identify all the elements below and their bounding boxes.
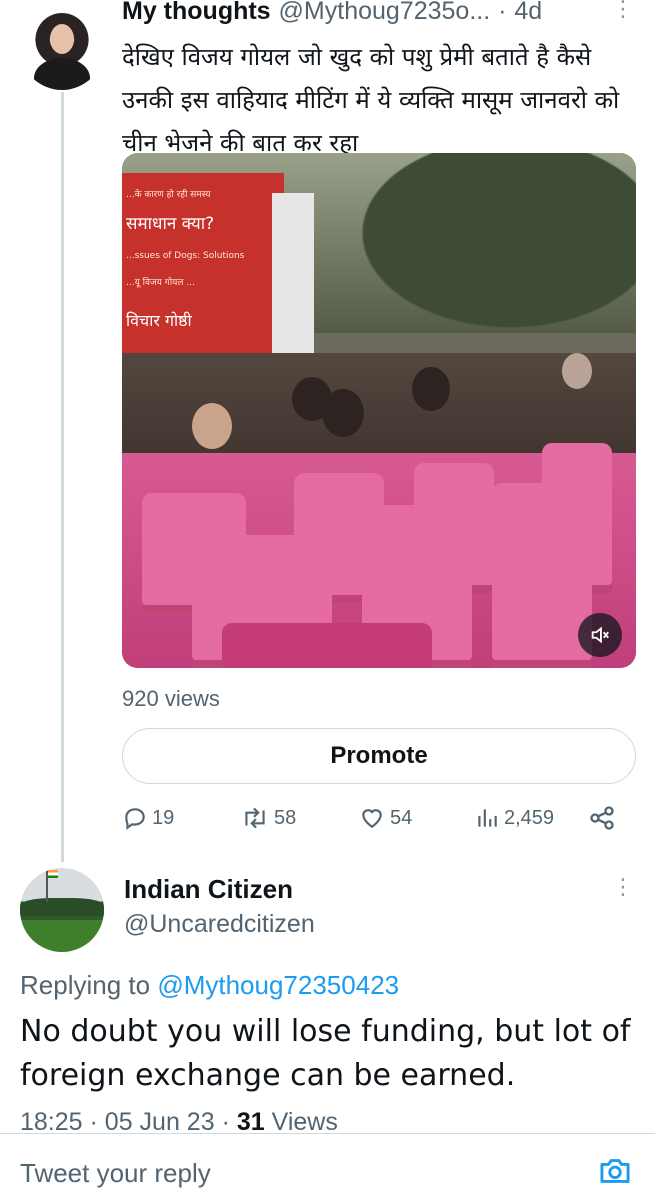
view-count: 2,459	[504, 806, 555, 829]
avatar-face	[50, 24, 74, 54]
replying-mention[interactable]: @Mythoug72350423	[157, 970, 399, 1000]
reply-meta: 18:25 · 05 Jun 23 · 31 Views	[20, 1108, 338, 1134]
author-name[interactable]: My thoughts	[122, 0, 271, 25]
avatar-trees	[20, 898, 104, 916]
video-chair	[492, 483, 592, 668]
reply-action[interactable]: 19	[122, 800, 174, 836]
reply-time[interactable]: 18:25	[20, 1108, 83, 1134]
banner-line: समाधान क्या?	[126, 214, 215, 234]
views-action[interactable]: 2,459	[474, 800, 554, 836]
video-views: 920 views	[122, 686, 220, 711]
video-person	[562, 353, 592, 389]
replying-prefix: Replying to	[20, 970, 151, 1000]
tweet-video[interactable]: ...के कारण हो रही समस्य समाधान क्या? ...…	[122, 153, 636, 668]
reply-author-name[interactable]: Indian Citizen	[124, 874, 293, 905]
promote-button[interactable]: Promote	[122, 728, 636, 784]
more-options-icon[interactable]: ⋮	[612, 0, 634, 21]
retweet-icon	[245, 807, 265, 829]
video-tree	[322, 153, 636, 353]
like-action[interactable]: 54	[358, 800, 412, 836]
heart-icon	[362, 809, 382, 828]
banner-line: ...ssues of Dogs: Solutions	[126, 251, 245, 261]
retweet-count: 58	[274, 806, 297, 829]
video-person	[192, 403, 232, 449]
tweet-separator: ·	[498, 0, 507, 25]
more-options-icon[interactable]: ⋮	[612, 877, 634, 899]
tweet-actions: 19 58 54 2,459	[122, 800, 636, 836]
retweet-action[interactable]: 58	[240, 800, 296, 836]
author-handle[interactable]: @Mythoug7235o...	[279, 0, 491, 25]
author-avatar[interactable]	[20, 6, 104, 90]
reply-views-label: Views	[271, 1108, 338, 1134]
like-count: 54	[390, 806, 413, 829]
reply-author-handle[interactable]: @Uncaredcitizen	[124, 910, 315, 939]
share-icon	[590, 806, 614, 830]
meta-separator: ·	[221, 1108, 230, 1134]
tweet-time[interactable]: 4d	[514, 0, 542, 25]
share-action[interactable]	[588, 800, 620, 836]
reply-icon	[125, 808, 145, 830]
video-wall	[272, 193, 314, 369]
reply-author-avatar[interactable]	[20, 868, 104, 952]
replying-to: Replying to @Mythoug72350423	[20, 970, 399, 1001]
reply-count: 19	[152, 806, 175, 829]
banner-line: ...यू विजय गोयल ...	[126, 278, 195, 288]
analytics-icon	[478, 809, 497, 827]
tweet-header: My thoughts @Mythoug7235o... · 4d	[122, 0, 642, 28]
reply-composer: Tweet your reply	[0, 1133, 655, 1200]
camera-icon[interactable]	[598, 1156, 632, 1190]
reply-views-count: 31	[236, 1108, 265, 1134]
video-banner: ...के कारण हो रही समस्य समाधान क्या? ...…	[122, 173, 284, 369]
reply-date[interactable]: 05 Jun 23	[105, 1108, 215, 1134]
reply-text: No doubt you will lose funding, but lot …	[20, 1014, 631, 1093]
meta-separator: ·	[89, 1108, 98, 1134]
tweet-text: देखिए विजय गोयल जो खुद को पशु प्रेमी बता…	[122, 43, 620, 157]
banner-line: ...के कारण हो रही समस्य	[126, 190, 211, 200]
thread-connector-line	[61, 92, 64, 862]
video-person	[322, 389, 364, 437]
video-person	[412, 367, 450, 411]
avatar-flag	[48, 870, 58, 878]
video-chair	[222, 623, 432, 668]
volume-mute-icon[interactable]	[578, 613, 622, 657]
reply-input[interactable]: Tweet your reply	[20, 1158, 211, 1189]
avatar-body	[34, 58, 90, 90]
banner-line: विचार गोष्ठी	[126, 311, 192, 330]
